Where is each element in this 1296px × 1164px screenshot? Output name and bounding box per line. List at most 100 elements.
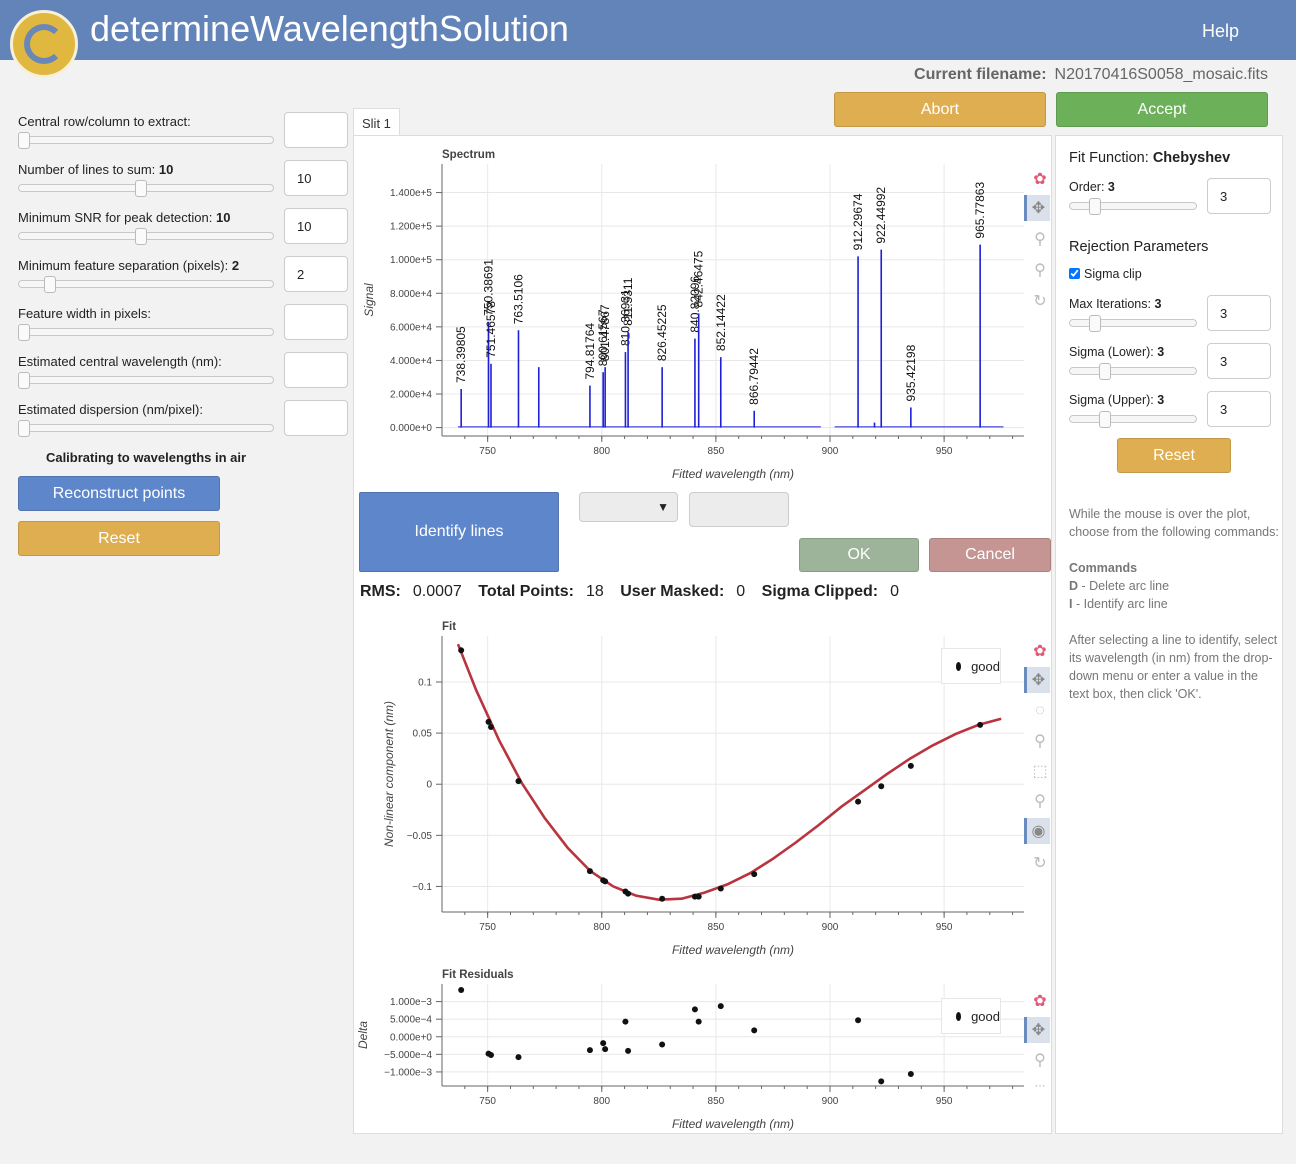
order-slider[interactable] bbox=[1069, 198, 1197, 215]
slider-handle[interactable] bbox=[1089, 315, 1101, 332]
sigma-lower-slider[interactable] bbox=[1069, 363, 1197, 380]
fit-point bbox=[625, 890, 632, 897]
order-label: Order: 3 bbox=[1069, 180, 1115, 194]
right-reset-button[interactable]: Reset bbox=[1117, 438, 1231, 473]
residual-point bbox=[691, 1006, 698, 1013]
residuals-chart[interactable]: 750 800 850 900 950 −1.000e−3 −5.000e−4 0.000e+… bbox=[355, 962, 1050, 1134]
cancel-button[interactable]: Cancel bbox=[929, 538, 1051, 572]
ok-button[interactable]: OK bbox=[799, 538, 919, 572]
sigma-clip-checkbox[interactable] bbox=[1069, 268, 1080, 279]
residual-point bbox=[586, 1047, 593, 1054]
dispersion-slider[interactable] bbox=[18, 420, 274, 437]
lines-to-sum-input[interactable]: 10 bbox=[284, 160, 348, 196]
bokeh-logo-icon[interactable]: ✿ bbox=[1027, 988, 1053, 1014]
sigma-lower-input[interactable]: 3 bbox=[1207, 343, 1271, 379]
more-tools-icon[interactable]: ⋯ bbox=[1027, 1072, 1053, 1098]
bokeh-logo-icon[interactable]: ✿ bbox=[1027, 166, 1053, 192]
chevron-down-icon: ▼ bbox=[657, 500, 669, 514]
lines-to-sum-label: Number of lines to sum: 10 bbox=[18, 162, 174, 177]
central-wavelength-input[interactable] bbox=[284, 352, 348, 388]
min-separation-slider[interactable] bbox=[18, 276, 274, 293]
lines-to-sum-slider[interactable] bbox=[18, 180, 274, 197]
min-separation-input[interactable]: 2 bbox=[284, 256, 348, 292]
bokeh-logo-icon[interactable]: ✿ bbox=[1027, 638, 1053, 664]
calibration-note: Calibrating to wavelengths in air bbox=[45, 450, 247, 465]
min-snr-input[interactable]: 10 bbox=[284, 208, 348, 244]
slider-handle[interactable] bbox=[44, 276, 56, 293]
central-row-input[interactable] bbox=[284, 112, 348, 148]
fit-point bbox=[855, 798, 862, 805]
fit-point bbox=[878, 783, 885, 790]
reset-icon[interactable]: ↻ bbox=[1027, 850, 1053, 876]
slider-handle[interactable] bbox=[135, 180, 147, 197]
tap-icon[interactable]: ◉ bbox=[1024, 818, 1050, 844]
tab-slit-1[interactable]: Slit 1 bbox=[353, 108, 400, 136]
slider-handle[interactable] bbox=[135, 228, 147, 245]
slider-handle[interactable] bbox=[1099, 363, 1111, 380]
feature-width-slider[interactable] bbox=[18, 324, 274, 341]
y-tick-label: −1.000e−3 bbox=[384, 1067, 432, 1078]
accept-button[interactable]: Accept bbox=[1056, 92, 1268, 127]
sigma-upper-slider[interactable] bbox=[1069, 411, 1197, 428]
x-tick-label: 900 bbox=[822, 1096, 839, 1107]
peak-label: 965.77863 bbox=[973, 182, 987, 239]
wavelength-input[interactable] bbox=[689, 492, 789, 527]
filename-value: N20170416S0058_mosaic.fits bbox=[1054, 66, 1268, 83]
reconstruct-points-button[interactable]: Reconstruct points bbox=[18, 476, 220, 511]
legend-dot bbox=[956, 1011, 962, 1021]
x-tick-label: 900 bbox=[822, 446, 839, 457]
residual-point bbox=[625, 1047, 632, 1054]
slider-handle[interactable] bbox=[18, 372, 30, 389]
x-tick-label: 850 bbox=[708, 922, 725, 933]
residual-point bbox=[487, 1052, 494, 1059]
min-snr-slider[interactable] bbox=[18, 228, 274, 245]
max-iterations-slider[interactable] bbox=[1069, 315, 1197, 332]
spectrum-chart[interactable]: 750 800 850 900 950 0.000e+0 2.000e+4 4.000e+4 6… bbox=[355, 140, 1050, 490]
left-reset-button[interactable]: Reset bbox=[18, 521, 220, 556]
zoom-icon[interactable]: ⚲ bbox=[1027, 1047, 1053, 1073]
current-filename: Current filename: N20170416S0058_mosaic.f… bbox=[914, 66, 1268, 84]
pan-icon[interactable]: ✥ bbox=[1024, 195, 1050, 221]
sigma-clipped-value: 0 bbox=[890, 583, 899, 600]
max-iterations-input[interactable]: 3 bbox=[1207, 295, 1271, 331]
residual-point bbox=[717, 1003, 724, 1010]
app-title: determineWavelengthSolution bbox=[90, 8, 569, 49]
central-wavelength-label: Estimated central wavelength (nm): bbox=[18, 354, 222, 369]
box-select-icon[interactable]: ⬚ bbox=[1027, 758, 1053, 784]
y-tick-label: 8.000e+4 bbox=[390, 289, 432, 300]
rejection-title: Rejection Parameters bbox=[1069, 239, 1209, 255]
slider-handle[interactable] bbox=[18, 324, 30, 341]
sigma-upper-input[interactable]: 3 bbox=[1207, 391, 1271, 427]
y-tick-label: 2.000e+4 bbox=[390, 390, 432, 401]
y-tick-label: 4.000e+4 bbox=[390, 356, 432, 367]
help-link[interactable]: Help bbox=[1202, 21, 1239, 42]
slider-handle[interactable] bbox=[1089, 198, 1101, 215]
lasso-icon[interactable]: ◌ bbox=[1027, 698, 1053, 724]
x-tick-label: 800 bbox=[593, 922, 610, 933]
slider-handle[interactable] bbox=[18, 420, 30, 437]
slider-handle[interactable] bbox=[1099, 411, 1111, 428]
help-text: While the mouse is over the plot, choose… bbox=[1069, 505, 1281, 721]
wavelength-select[interactable]: ▼ bbox=[579, 492, 678, 522]
reset-icon[interactable]: ↻ bbox=[1027, 288, 1053, 314]
wheel-zoom-icon[interactable]: ⚲ bbox=[1027, 788, 1053, 814]
zoom-icon[interactable]: ⚲ bbox=[1027, 728, 1053, 754]
x-tick-label: 850 bbox=[708, 446, 725, 457]
abort-button[interactable]: Abort bbox=[834, 92, 1046, 127]
sigma-clip-option[interactable]: Sigma clip bbox=[1069, 267, 1142, 281]
order-input[interactable]: 3 bbox=[1207, 178, 1271, 214]
feature-width-input[interactable] bbox=[284, 304, 348, 340]
slider-handle[interactable] bbox=[18, 132, 30, 149]
identify-lines-button[interactable]: Identify lines bbox=[359, 492, 559, 572]
central-wavelength-slider[interactable] bbox=[18, 372, 274, 389]
y-tick-label: 1.200e+5 bbox=[390, 222, 432, 233]
peak-label: 738.39805 bbox=[454, 326, 468, 383]
zoom-icon[interactable]: ⚲ bbox=[1027, 226, 1053, 252]
central-row-slider[interactable] bbox=[18, 132, 274, 149]
dispersion-input[interactable] bbox=[284, 400, 348, 436]
wheel-zoom-icon[interactable]: ⚲ bbox=[1027, 257, 1053, 283]
fit-point bbox=[907, 762, 914, 769]
residual-point bbox=[600, 1040, 607, 1047]
pan-icon[interactable]: ✥ bbox=[1024, 667, 1050, 693]
pan-icon[interactable]: ✥ bbox=[1024, 1017, 1050, 1043]
